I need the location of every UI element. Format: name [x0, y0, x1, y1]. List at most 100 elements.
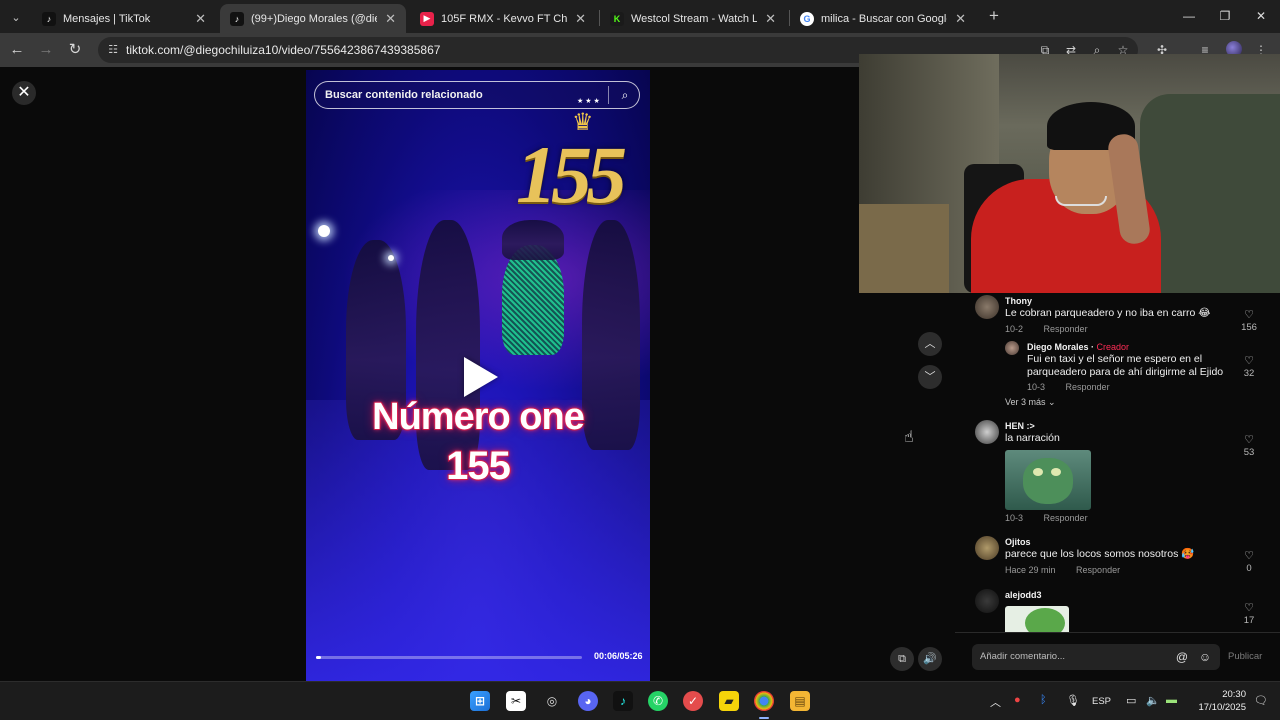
site-info-icon[interactable]: ☷: [106, 43, 120, 57]
related-search-placeholder[interactable]: Buscar contenido relacionado: [325, 89, 483, 101]
video-progress-bar[interactable]: [316, 656, 582, 659]
avatar[interactable]: [975, 295, 999, 319]
tab-title: Mensajes | TikTok: [63, 12, 151, 25]
tray-app-icon[interactable]: ●: [1014, 694, 1021, 706]
search-divider: [608, 86, 609, 104]
close-tab-icon[interactable]: ✕: [385, 11, 396, 27]
video-figure: [502, 245, 564, 355]
tab-diego-morales[interactable]: ♪ (99+)Diego Morales (@diegochiluiza10) …: [220, 4, 406, 33]
play-icon[interactable]: [464, 357, 498, 397]
tab-search-chevron-icon[interactable]: ⌄: [6, 7, 26, 27]
reply-button[interactable]: Responder: [1044, 513, 1088, 523]
video-player[interactable]: Buscar contenido relacionado ⌕ ★★★ ♛ 155…: [306, 70, 650, 681]
forward-button[interactable]: →: [36, 40, 56, 60]
comments-panel[interactable]: Thony Le cobran parqueadero y no iba en …: [955, 293, 1280, 632]
heart-icon: ♡: [1244, 309, 1254, 321]
battery-icon[interactable]: ▬: [1166, 694, 1177, 706]
emoji-icon[interactable]: ☺: [1197, 649, 1213, 665]
comment-username[interactable]: alejodd3: [1005, 590, 1042, 600]
capcut-icon[interactable]: ✂: [506, 691, 526, 711]
comment-username[interactable]: HEN :>: [1005, 421, 1035, 431]
like-button[interactable]: ♡ 53: [1239, 434, 1259, 458]
comment-image-sticker[interactable]: [1005, 450, 1091, 510]
url-text[interactable]: tiktok.com/@diegochiluiza10/video/755642…: [126, 43, 440, 57]
view-more-label[interactable]: Ver 3 más: [1005, 397, 1046, 407]
tab-mensajes[interactable]: ♪ Mensajes | TikTok ✕: [32, 4, 216, 33]
whatsapp-icon[interactable]: ✆: [648, 691, 668, 711]
comment-date: Hace 29 min: [1005, 565, 1056, 575]
floating-player-icon[interactable]: ⧉: [890, 647, 914, 671]
todo-icon[interactable]: ✓: [683, 691, 703, 711]
tray-chevron-up-icon[interactable]: ︿: [990, 694, 1001, 710]
chrome-icon[interactable]: [754, 691, 774, 711]
kick-icon: K: [610, 11, 624, 26]
view-more-replies[interactable]: Ver 3 más ⌄: [1005, 397, 1056, 408]
windows-start-icon[interactable]: ⊞: [470, 691, 490, 711]
avatar[interactable]: [975, 536, 999, 560]
network-icon[interactable]: ▭: [1126, 694, 1136, 707]
comment-date: 10-3: [1027, 382, 1046, 392]
microphone-icon[interactable]: 🎙: [1066, 694, 1080, 707]
video-timecode: 00:06/05:26: [594, 651, 643, 661]
reply-button[interactable]: Responder: [1044, 324, 1088, 334]
publish-button[interactable]: Publicar: [1228, 651, 1262, 662]
close-video-button[interactable]: ✕: [12, 81, 36, 105]
close-tab-icon[interactable]: ✕: [195, 11, 206, 27]
reload-button[interactable]: ↻: [65, 40, 85, 60]
language-indicator[interactable]: ESP: [1092, 696, 1111, 707]
windows-taskbar: ⊞ ✂ ◎ ◕ ♪ ✆ ✓ ▰ ▤ ︿ ● ᛒ 🎙 ESP ▭ 🔈 ▬ 20:3…: [0, 681, 1280, 720]
next-video-button[interactable]: ﹀: [918, 365, 942, 389]
video-light: [388, 255, 394, 261]
comment-image-sticker[interactable]: [1005, 606, 1069, 632]
bluetooth-icon[interactable]: ᛒ: [1040, 694, 1047, 706]
comment-text: Fui en taxi y el señor me espero en el p…: [1027, 353, 1224, 378]
active-app-indicator: [759, 717, 769, 719]
sticker-monster: [1023, 458, 1073, 504]
sticker-eye: [1033, 468, 1043, 476]
close-tab-icon[interactable]: ✕: [955, 11, 966, 27]
close-window-button[interactable]: ✕: [1246, 6, 1276, 26]
file-explorer-icon[interactable]: ▤: [790, 691, 810, 711]
like-button[interactable]: ♡ 0: [1239, 550, 1259, 574]
webcam-person-chain: [1055, 196, 1107, 206]
mention-icon[interactable]: @: [1174, 649, 1190, 665]
notifications-icon[interactable]: 🗨: [1254, 694, 1268, 707]
like-button[interactable]: ♡ 156: [1239, 309, 1259, 333]
heart-icon: ♡: [1244, 602, 1254, 614]
comment-username[interactable]: Thony: [1005, 296, 1032, 306]
previous-video-button[interactable]: ︿: [918, 332, 942, 356]
back-button[interactable]: ←: [7, 40, 27, 60]
comment-placeholder[interactable]: Añadir comentario...: [980, 651, 1065, 662]
tab-kick[interactable]: K Westcol Stream - Watch Live on Kick ✕: [600, 4, 786, 33]
comment-username[interactable]: Diego Morales · Creador: [1027, 342, 1129, 352]
close-tab-icon[interactable]: ✕: [765, 11, 776, 27]
avatar[interactable]: [975, 420, 999, 444]
avatar[interactable]: [975, 589, 999, 613]
creator-name[interactable]: Diego Morales: [1027, 342, 1089, 352]
like-button[interactable]: ♡ 32: [1239, 355, 1259, 379]
volume-icon[interactable]: 🔊: [918, 647, 942, 671]
like-count: 32: [1243, 368, 1255, 379]
new-tab-button[interactable]: +: [984, 6, 1004, 26]
tab-google[interactable]: G milica - Buscar con Google ✕: [790, 4, 976, 33]
webcam-sofa: [1140, 94, 1280, 293]
maximize-button[interactable]: ❐: [1210, 6, 1240, 26]
system-clock[interactable]: 20:30 17/10/2025: [1190, 688, 1246, 714]
comment-username[interactable]: Ojitos: [1005, 537, 1031, 547]
reply-button[interactable]: Responder: [1076, 565, 1120, 575]
sticky-notes-icon[interactable]: ▰: [719, 691, 739, 711]
minimize-button[interactable]: —: [1174, 6, 1204, 26]
avatar[interactable]: [1005, 341, 1019, 355]
tab-youtube[interactable]: ▶ 105F RMX - Kevvo FT Chencho ✕: [410, 4, 596, 33]
tiktok-app-icon[interactable]: ♪: [613, 691, 633, 711]
webcam-overlay: [859, 54, 1280, 293]
close-tab-icon[interactable]: ✕: [575, 11, 586, 27]
search-icon[interactable]: ⌕: [617, 87, 633, 103]
comment-input[interactable]: Añadir comentario... @ ☺: [972, 644, 1220, 670]
youtube-icon: ▶: [420, 11, 434, 26]
obs-icon[interactable]: ◎: [542, 691, 562, 711]
discord-icon[interactable]: ◕: [578, 691, 598, 711]
like-button[interactable]: ♡ 17: [1239, 602, 1259, 626]
speaker-icon[interactable]: 🔈: [1146, 694, 1160, 707]
reply-button[interactable]: Responder: [1066, 382, 1110, 392]
